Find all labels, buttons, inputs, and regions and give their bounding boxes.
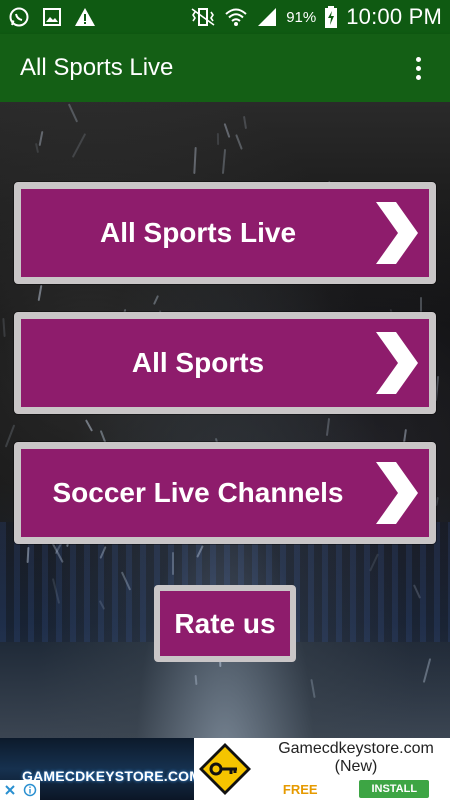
ad-tag: (New) bbox=[334, 758, 378, 775]
light-spark bbox=[71, 133, 87, 158]
soccer-live-channels-button[interactable]: Soccer Live Channels bbox=[14, 442, 436, 544]
all-sports-label: All Sports bbox=[131, 347, 265, 378]
all-sports-button[interactable]: All Sports bbox=[14, 312, 436, 414]
ad-details[interactable]: Gamecdkeystore.com (New) FREE INSTALL bbox=[256, 738, 450, 800]
ad-banner-text: GAMECDKEYSTORE.COM bbox=[22, 768, 194, 784]
battery-percentage: 91% bbox=[286, 8, 317, 26]
light-spark bbox=[99, 430, 107, 443]
ad-actions: FREE INSTALL bbox=[262, 780, 450, 798]
light-spark bbox=[193, 146, 197, 175]
light-spark bbox=[221, 148, 227, 175]
ad-badges bbox=[0, 780, 40, 800]
light-spark bbox=[420, 297, 422, 313]
battery-charging-icon bbox=[324, 6, 338, 28]
chevron-right-icon bbox=[365, 193, 429, 273]
ad-banner[interactable]: GAMECDKEYSTORE.COM Gamecdkeystore.com (N… bbox=[0, 738, 450, 800]
ad-price: FREE bbox=[282, 781, 318, 797]
rate-us-button[interactable]: Rate us bbox=[154, 585, 296, 662]
light-spark bbox=[2, 317, 6, 338]
light-spark bbox=[216, 132, 220, 146]
all-sports-live-label: All Sports Live bbox=[99, 217, 297, 248]
light-spark bbox=[242, 115, 248, 130]
ad-image[interactable]: GAMECDKEYSTORE.COM bbox=[0, 738, 194, 800]
light-spark bbox=[152, 295, 160, 305]
signal-icon bbox=[256, 7, 278, 27]
rate-us-label: Rate us bbox=[174, 607, 276, 639]
light-spark bbox=[422, 658, 432, 683]
vibrate-icon bbox=[190, 7, 216, 27]
light-spark bbox=[172, 552, 174, 575]
light-spark bbox=[325, 417, 331, 437]
light-spark bbox=[37, 284, 43, 302]
system-icons: 91% 10:00 PM bbox=[190, 4, 442, 30]
status-time: 10:00 PM bbox=[346, 4, 442, 29]
install-button[interactable]: INSTALL bbox=[359, 780, 430, 798]
light-spark bbox=[194, 674, 198, 686]
notification-icons bbox=[8, 6, 96, 28]
chevron-right-icon bbox=[365, 323, 429, 403]
soccer-live-channels-label: Soccer Live Channels bbox=[52, 477, 344, 508]
light-spark bbox=[67, 103, 79, 123]
ad-site-name: Gamecdkeystore.com bbox=[278, 740, 434, 757]
light-spark bbox=[84, 419, 94, 432]
wifi-icon bbox=[224, 7, 248, 27]
status-bar: 91% 10:00 PM bbox=[0, 0, 450, 34]
adchoices-icon[interactable] bbox=[20, 780, 40, 800]
chevron-right-icon bbox=[365, 453, 429, 533]
main-content: All Sports Live All Sports Soccer Live C… bbox=[0, 102, 450, 738]
close-icon[interactable] bbox=[0, 780, 20, 800]
app-title: All Sports Live bbox=[20, 54, 174, 81]
all-sports-live-button[interactable]: All Sports Live bbox=[14, 182, 436, 284]
gallery-icon bbox=[42, 7, 62, 27]
light-spark bbox=[235, 134, 243, 150]
whatsapp-icon bbox=[8, 6, 30, 28]
app-bar: All Sports Live bbox=[0, 34, 450, 102]
light-spark bbox=[223, 123, 231, 138]
light-spark bbox=[38, 130, 44, 147]
warning-icon bbox=[74, 7, 96, 27]
overflow-menu-icon[interactable] bbox=[406, 50, 430, 86]
key-sign-icon bbox=[194, 738, 256, 800]
light-spark bbox=[310, 678, 316, 699]
